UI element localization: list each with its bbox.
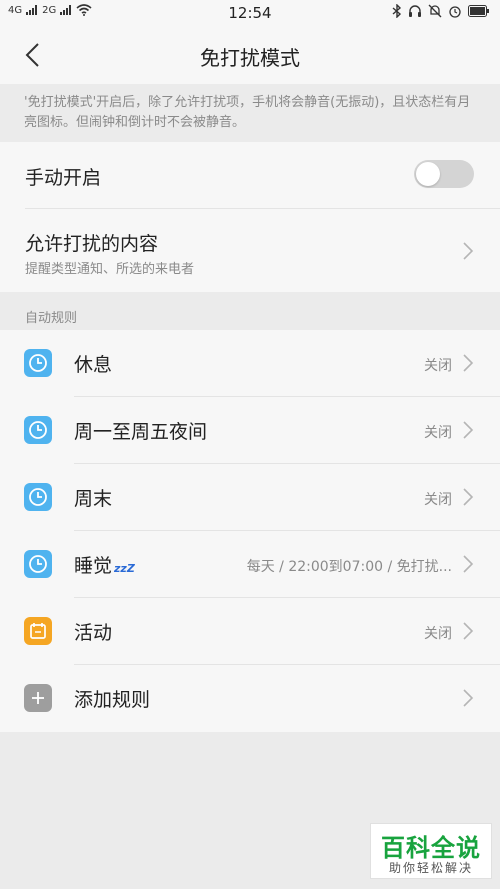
alarm-icon (449, 6, 461, 18)
chevron-right-icon (463, 488, 474, 506)
battery-icon (468, 5, 489, 17)
chevron-right-icon (463, 421, 474, 439)
chevron-right-icon (463, 354, 474, 372)
watermark-sub: 助你轻松解决 (388, 861, 473, 875)
plus-icon (24, 684, 52, 712)
rule-status: 关闭 (424, 425, 452, 441)
clock-icon (24, 349, 52, 377)
mode-description: '免打扰模式'开启后，除了允许打扰项，手机将会静音(无振动)，且状态栏有月亮图标… (0, 84, 500, 142)
toggle-knob (416, 162, 440, 186)
rule-title: 睡觉 zzZ (74, 551, 135, 578)
rule-title: 周一至周五夜间 (74, 421, 208, 443)
rule-status: 关闭 (424, 492, 452, 508)
manual-enable-label: 手动开启 (25, 167, 102, 189)
chevron-right-icon (463, 555, 474, 573)
watermark-main: 百科全说 (381, 834, 481, 862)
nav-bar: 免打扰模式 (0, 26, 500, 84)
sleep-zzz-icon: zzZ (114, 562, 135, 575)
chevron-right-icon (463, 622, 474, 640)
clock-icon (24, 416, 52, 444)
allowed-content-subtitle: 提醒类型通知、所选的来电者 (25, 262, 195, 277)
rule-status: 关闭 (424, 626, 452, 642)
rule-item-event[interactable]: 活动 关闭 (0, 598, 500, 665)
chevron-right-icon (463, 689, 474, 707)
auto-rules-section-label: 自动规则 (25, 311, 78, 326)
add-rule-button[interactable]: 添加规则 (0, 665, 500, 732)
status-icons (392, 4, 490, 18)
allowed-content-row[interactable]: 允许打扰的内容 提醒类型通知、所选的来电者 (0, 209, 500, 292)
auto-rules-list: 休息 关闭 周一至周五夜间 关闭 周末 关闭 睡觉 zzZ 每天 / 22:00到… (0, 330, 500, 732)
rule-item-rest[interactable]: 休息 关闭 (0, 330, 500, 397)
page-title: 免打扰模式 (200, 46, 300, 70)
clock-icon (24, 483, 52, 511)
allowed-content-label: 允许打扰的内容 (25, 233, 159, 255)
rule-title: 休息 (74, 354, 113, 376)
manual-enable-row[interactable]: 手动开启 (0, 142, 500, 209)
headset-icon (409, 5, 421, 17)
chevron-right-icon (463, 242, 474, 260)
rule-title-text: 睡觉 (74, 555, 113, 577)
status-bar: 4G 2G 12:54 (0, 0, 500, 26)
mute-bell-icon (428, 4, 442, 18)
bluetooth-icon (392, 4, 402, 18)
rule-title: 活动 (74, 622, 113, 644)
rule-item-weeknights[interactable]: 周一至周五夜间 关闭 (0, 397, 500, 464)
rule-item-sleep[interactable]: 睡觉 zzZ 每天 / 22:00到07:00 / 免打扰... (0, 531, 500, 598)
watermark-logo: 百科全说 助你轻松解决 (370, 823, 492, 879)
rule-status: 关闭 (424, 358, 452, 374)
calendar-icon (24, 617, 52, 645)
clock-icon (24, 550, 52, 578)
rule-title: 周末 (74, 488, 113, 510)
rule-title: 添加规则 (74, 689, 151, 711)
manual-enable-toggle[interactable] (414, 160, 474, 188)
rule-status: 每天 / 22:00到07:00 / 免打扰... (246, 559, 452, 575)
rule-item-weekend[interactable]: 周末 关闭 (0, 464, 500, 531)
